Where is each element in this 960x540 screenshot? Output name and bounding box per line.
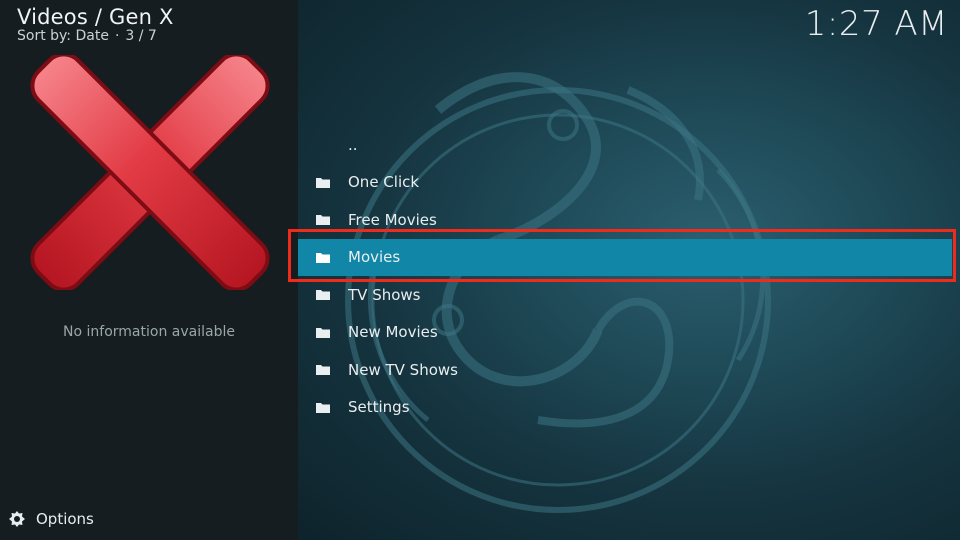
folder-icon xyxy=(316,327,330,338)
folder-icon xyxy=(316,177,330,188)
options-button[interactable]: Options xyxy=(8,510,94,528)
list-item-settings[interactable]: Settings xyxy=(298,389,960,427)
red-x-icon xyxy=(30,52,270,292)
list-item-parent[interactable]: .. xyxy=(298,126,960,164)
list-item-label: One Click xyxy=(348,173,420,192)
sort-info: Sort by: Date · 3 / 7 xyxy=(17,28,157,44)
gear-icon xyxy=(9,511,25,527)
list-item-one-click[interactable]: One Click xyxy=(298,164,960,202)
list-item-label: New Movies xyxy=(348,323,438,342)
list-item-label: New TV Shows xyxy=(348,360,458,379)
sort-label: Sort by: Date xyxy=(17,28,109,44)
folder-icon xyxy=(316,402,330,413)
folder-icon xyxy=(316,290,330,301)
page-title: Videos / Gen X xyxy=(17,5,174,29)
clock: 1:27 AM xyxy=(804,4,948,44)
list-item-label: Free Movies xyxy=(348,210,437,229)
separator-dot: · xyxy=(114,28,120,44)
list-item-label: Settings xyxy=(348,398,410,417)
item-position: 3 / 7 xyxy=(125,28,157,44)
selection-highlight-box xyxy=(288,229,956,282)
folder-icon xyxy=(316,365,330,376)
list-item-new-movies[interactable]: New Movies xyxy=(298,314,960,352)
info-panel: No information available xyxy=(0,0,298,540)
list-item-label: TV Shows xyxy=(348,285,421,304)
options-label: Options xyxy=(36,510,94,528)
no-information-text: No information available xyxy=(63,324,235,340)
list-item-new-tv-shows[interactable]: New TV Shows xyxy=(298,351,960,389)
folder-icon xyxy=(316,215,330,226)
list-item-label: .. xyxy=(348,135,358,154)
